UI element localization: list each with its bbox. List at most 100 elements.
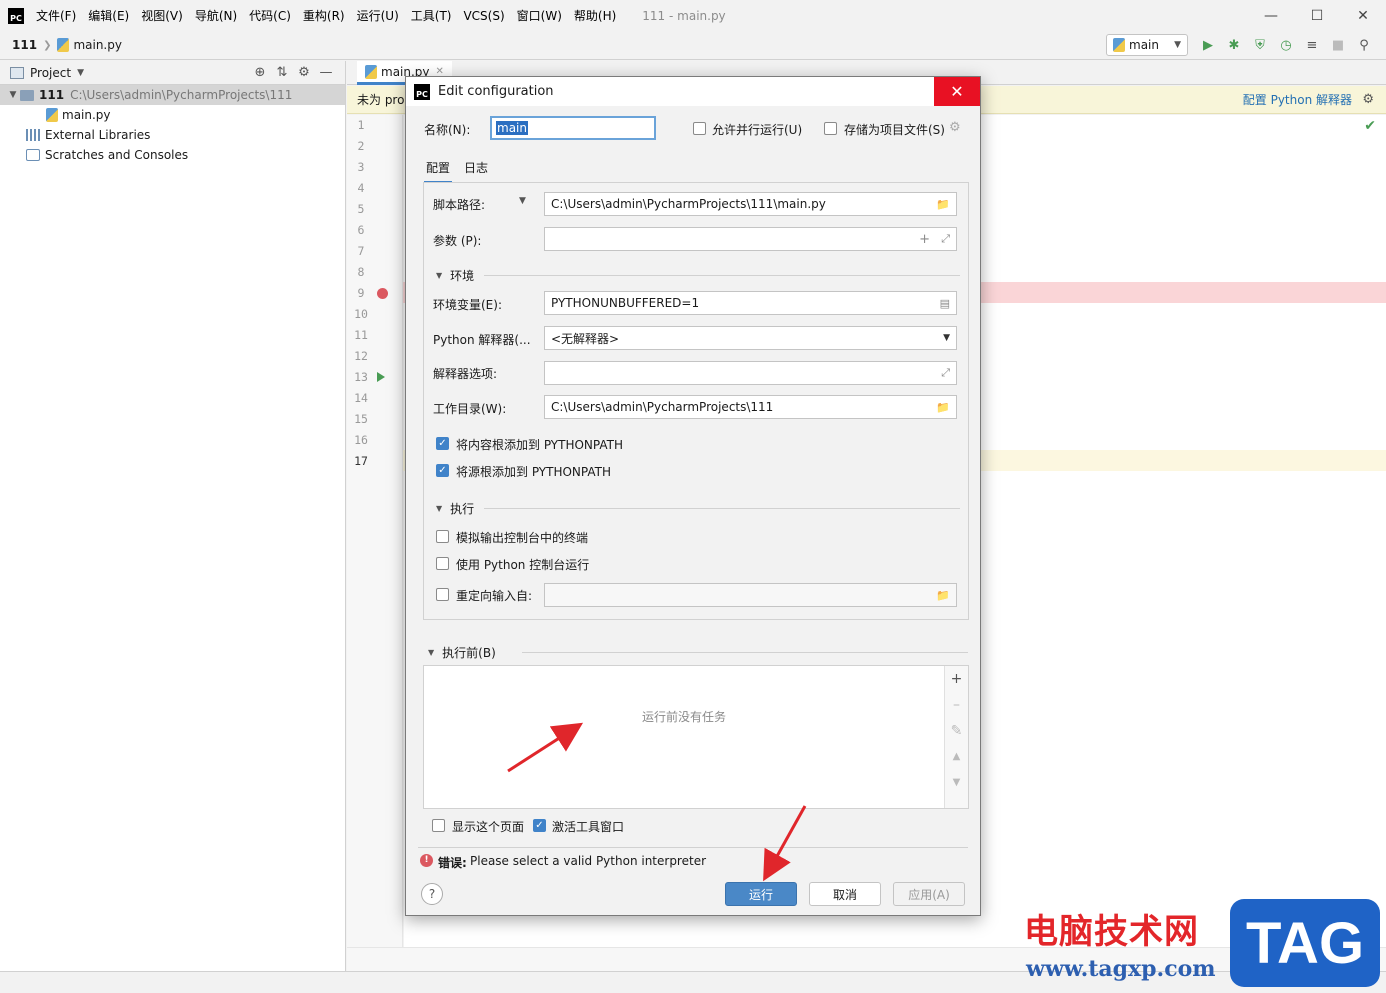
move-up-icon[interactable]: ▲ [945, 744, 968, 770]
chevron-down-icon[interactable]: ▼ [519, 196, 526, 206]
run-list-icon[interactable]: ≡ [1302, 34, 1322, 56]
line-number[interactable]: 11 [347, 325, 375, 346]
gear-icon[interactable]: ⚙ [1362, 92, 1374, 107]
menu-help[interactable]: 帮助(H) [574, 7, 616, 24]
before-launch-header[interactable]: ▼ 执行前(B) [428, 644, 496, 661]
line-gutter[interactable]: 1 2 3 4 5 6 7 8 9 10 11 12 13 14 15 16 17 [347, 115, 403, 947]
tree-item-root[interactable]: ▼ 111 C:\Users\admin\PycharmProjects\111 [0, 85, 345, 105]
allow-parallel-checkbox[interactable] [693, 122, 706, 135]
before-launch-task-list[interactable]: 运行前没有任务 + – ✎ ▲ ▼ [423, 665, 969, 809]
line-number[interactable]: 14 [347, 388, 375, 409]
dialog-close-button[interactable]: ✕ [934, 77, 980, 106]
line-number[interactable]: 10 [347, 304, 375, 325]
menu-navigate[interactable]: 导航(N) [195, 7, 237, 24]
name-input[interactable]: main [490, 116, 656, 140]
menu-refactor[interactable]: 重构(R) [303, 7, 345, 24]
document-icon[interactable]: ▤ [940, 297, 950, 310]
tree-item-external-libraries[interactable]: External Libraries [0, 125, 345, 145]
menu-tools[interactable]: 工具(T) [411, 7, 452, 24]
gear-icon[interactable]: ⚙ [949, 120, 961, 135]
line-number[interactable]: 9 [347, 283, 375, 304]
cancel-button[interactable]: 取消 [809, 882, 881, 906]
plus-icon[interactable]: + [919, 232, 930, 247]
configure-interpreter-link[interactable]: 配置 Python 解释器 [1243, 91, 1352, 108]
tree-item-scratches[interactable]: Scratches and Consoles [0, 145, 345, 165]
line-number[interactable]: 1 [347, 115, 375, 136]
folder-icon[interactable]: 📁 [936, 401, 950, 414]
line-number[interactable]: 2 [347, 136, 375, 157]
chevron-down-icon[interactable]: ▼ [77, 68, 84, 78]
add-content-roots-checkbox[interactable]: ✓ [436, 437, 449, 450]
watermark-url: www.tagxp.com [1026, 956, 1216, 982]
minus-icon[interactable]: – [945, 692, 968, 718]
folder-icon[interactable]: 📁 [936, 198, 950, 211]
activate-tool-window-checkbox[interactable]: ✓ [533, 819, 546, 832]
plus-icon[interactable]: + [945, 666, 968, 692]
run-icon[interactable]: ▶ [1198, 34, 1218, 56]
line-number[interactable]: 15 [347, 409, 375, 430]
line-number[interactable]: 7 [347, 241, 375, 262]
add-source-roots-checkbox[interactable]: ✓ [436, 464, 449, 477]
line-number[interactable]: 12 [347, 346, 375, 367]
profile-icon[interactable]: ◷ [1276, 34, 1296, 56]
locate-icon[interactable]: ⊕ [249, 65, 271, 80]
run-with-console-checkbox[interactable] [436, 557, 449, 570]
show-page-checkbox[interactable] [432, 819, 445, 832]
inspection-ok-icon[interactable]: ✔ [1364, 118, 1376, 134]
env-section-header[interactable]: ▼ 环境 [436, 267, 474, 284]
line-number[interactable]: 4 [347, 178, 375, 199]
tab-configuration[interactable]: 配置 [424, 157, 453, 184]
apply-button[interactable]: 应用(A) [893, 882, 965, 906]
chevron-down-icon[interactable]: ▼ [6, 90, 20, 100]
menu-edit[interactable]: 编辑(E) [88, 7, 129, 24]
coverage-icon[interactable]: ⛨ [1250, 34, 1270, 56]
move-down-icon[interactable]: ▼ [945, 770, 968, 796]
line-number[interactable]: 6 [347, 220, 375, 241]
emulate-terminal-checkbox[interactable] [436, 530, 449, 543]
store-as-file-checkbox[interactable] [824, 122, 837, 135]
menu-window[interactable]: 窗口(W) [517, 7, 562, 24]
hide-icon[interactable]: — [315, 65, 337, 80]
interp-options-field[interactable]: ⤢ [544, 361, 957, 385]
run-button[interactable]: 运行 [725, 882, 797, 906]
expand-icon[interactable]: ⤢ [941, 366, 950, 380]
line-number[interactable]: 13 [347, 367, 375, 388]
workdir-field[interactable]: C:\Users\admin\PycharmProjects\111 📁 [544, 395, 957, 419]
tree-item-main-py[interactable]: main.py [0, 105, 345, 125]
menu-file[interactable]: 文件(F) [36, 7, 76, 24]
env-vars-field[interactable]: PYTHONUNBUFFERED=1 ▤ [544, 291, 957, 315]
menu-run[interactable]: 运行(U) [357, 7, 399, 24]
line-number[interactable]: 17 [347, 451, 375, 472]
run-toolbar: ▶ ✱ ⛨ ◷ ≡ ■ ⚲ [1198, 34, 1380, 56]
line-number[interactable]: 3 [347, 157, 375, 178]
gear-icon[interactable]: ⚙ [293, 65, 315, 80]
menu-view[interactable]: 视图(V) [141, 7, 183, 24]
expand-icon[interactable]: ⤢ [941, 232, 950, 246]
maximize-button[interactable]: ☐ [1294, 0, 1340, 31]
project-panel-title[interactable]: Project [30, 66, 71, 80]
script-path-field[interactable]: C:\Users\admin\PycharmProjects\111\main.… [544, 192, 957, 216]
search-icon[interactable]: ⚲ [1354, 34, 1374, 56]
help-button[interactable]: ? [421, 883, 443, 905]
debug-icon[interactable]: ✱ [1224, 34, 1244, 56]
collapse-all-icon[interactable]: ⇅ [271, 65, 293, 80]
edit-icon[interactable]: ✎ [945, 718, 968, 744]
menu-vcs[interactable]: VCS(S) [463, 9, 504, 23]
interpreter-select[interactable]: <无解释器> ▼ [544, 326, 957, 350]
line-number[interactable]: 5 [347, 199, 375, 220]
run-gutter-icon[interactable] [377, 372, 385, 382]
run-config-dropdown[interactable]: main ▼ [1106, 34, 1188, 56]
breadcrumb-root[interactable]: 111 [12, 38, 37, 52]
line-number[interactable]: 16 [347, 430, 375, 451]
breadcrumb-file[interactable]: main.py [73, 38, 122, 52]
params-field[interactable]: + ⤢ [544, 227, 957, 251]
close-window-button[interactable]: ✕ [1340, 0, 1386, 31]
minimize-button[interactable]: — [1248, 0, 1294, 31]
menu-code[interactable]: 代码(C) [249, 7, 291, 24]
breakpoint-icon[interactable] [377, 288, 388, 299]
tab-logs[interactable]: 日志 [462, 157, 490, 184]
exec-section-header[interactable]: ▼ 执行 [436, 500, 474, 517]
line-number[interactable]: 8 [347, 262, 375, 283]
redirect-input-checkbox[interactable] [436, 588, 449, 601]
stop-icon[interactable]: ■ [1328, 34, 1348, 56]
